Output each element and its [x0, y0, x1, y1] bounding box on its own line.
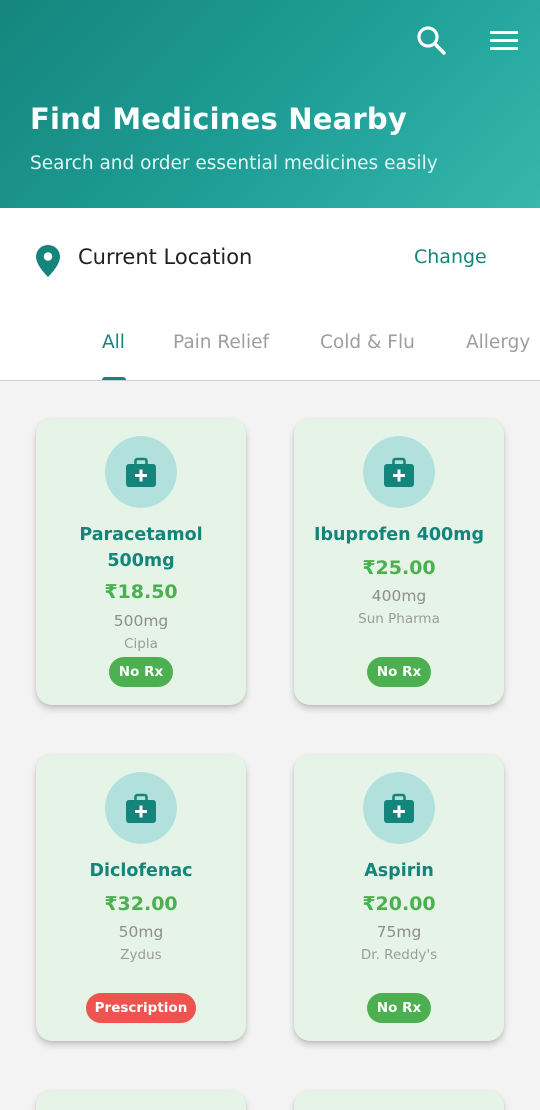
tab-all[interactable]: All [102, 332, 125, 353]
current-location-label: Current Location [78, 245, 253, 269]
medicine-dose: 75mg [376, 923, 422, 941]
app-header: Find Medicines Nearby Search and order e… [0, 0, 540, 208]
search-icon [417, 26, 446, 55]
change-location-button[interactable]: Change [414, 246, 487, 268]
medicine-maker: Sun Pharma [358, 611, 440, 627]
medicine-price: ₹18.50 [104, 581, 178, 603]
medical-kit-icon [384, 793, 414, 823]
category-tabs: All Pain Relief Cold & Flu Allergy [0, 308, 540, 381]
menu-icon [490, 31, 518, 50]
location-pin-icon [36, 245, 60, 277]
medicine-icon-circle [363, 772, 435, 844]
no-rx-badge: No Rx [367, 993, 431, 1023]
medicine-name: Diclofenac [89, 861, 193, 881]
medicine-card[interactable]: Diclofenac ₹32.00 50mg Zydus Prescriptio… [36, 754, 246, 1041]
menu-button[interactable] [486, 22, 522, 58]
medicine-icon-circle [105, 436, 177, 508]
medicine-dose: 50mg [118, 923, 164, 941]
medicine-price: ₹20.00 [362, 893, 436, 915]
medicine-maker: Cipla [124, 636, 158, 652]
medicine-icon-circle [363, 436, 435, 508]
medicine-price: ₹32.00 [104, 893, 178, 915]
tab-cold-flu[interactable]: Cold & Flu [320, 332, 415, 353]
active-tab-indicator [102, 377, 126, 380]
medicine-maker: Dr. Reddy's [360, 947, 438, 963]
medical-kit-icon [126, 457, 156, 487]
medicine-card-partial[interactable] [36, 1090, 246, 1110]
medicine-card-partial[interactable] [294, 1090, 504, 1110]
prescription-badge: Prescription [86, 993, 196, 1023]
tab-allergy[interactable]: Allergy [466, 332, 530, 353]
no-rx-badge: No Rx [109, 657, 173, 687]
medicine-name: Aspirin [364, 861, 434, 881]
medicine-dose: 500mg [113, 612, 169, 630]
tab-pain-relief[interactable]: Pain Relief [173, 332, 269, 353]
medicine-name-line2: 500mg [107, 551, 175, 571]
medicine-price: ₹25.00 [362, 557, 436, 579]
page-title: Find Medicines Nearby [30, 102, 407, 136]
page-subtitle: Search and order essential medicines eas… [30, 153, 438, 174]
medicine-card[interactable]: Paracetamol 500mg ₹18.50 500mg Cipla No … [36, 418, 246, 705]
medicine-dose: 400mg [371, 587, 427, 605]
medical-kit-icon [384, 457, 414, 487]
medicine-card[interactable]: Ibuprofen 400mg ₹25.00 400mg Sun Pharma … [294, 418, 504, 705]
no-rx-badge: No Rx [367, 657, 431, 687]
medicine-icon-circle [105, 772, 177, 844]
medicine-name: Paracetamol [79, 525, 203, 545]
medical-kit-icon [126, 793, 156, 823]
medicine-name: Ibuprofen 400mg [313, 525, 484, 545]
medicine-maker: Zydus [120, 947, 162, 963]
medicine-card[interactable]: Aspirin ₹20.00 75mg Dr. Reddy's No Rx [294, 754, 504, 1041]
search-button[interactable] [413, 22, 449, 58]
